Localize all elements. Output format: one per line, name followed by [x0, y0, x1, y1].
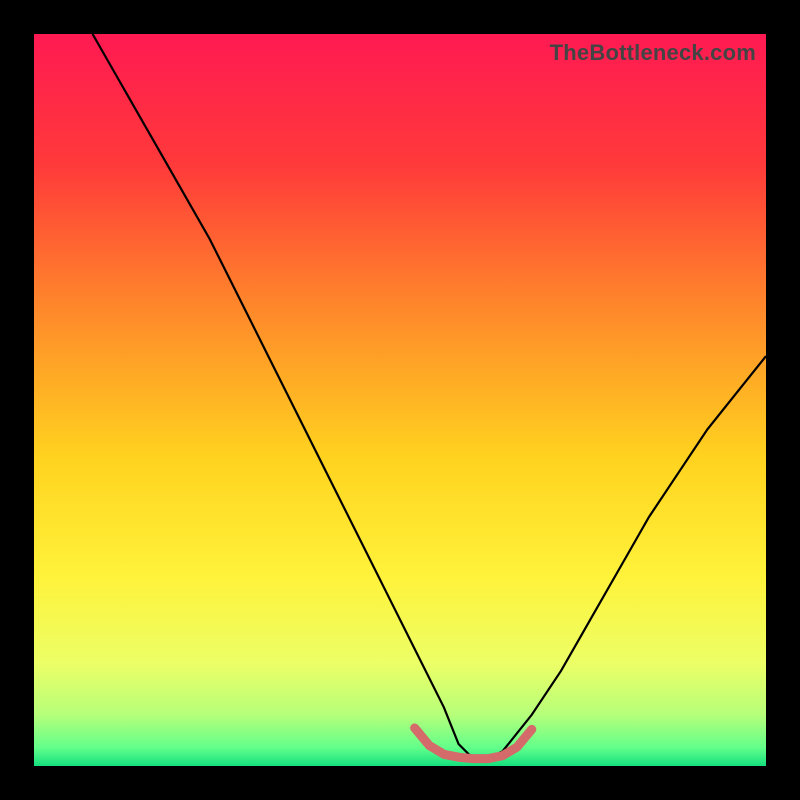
chart-lines: [34, 34, 766, 766]
optimal-zone: [415, 728, 532, 759]
watermark-text: TheBottleneck.com: [550, 40, 756, 66]
bottleneck-curve: [93, 34, 766, 759]
chart-frame: TheBottleneck.com: [0, 0, 800, 800]
plot-area: TheBottleneck.com: [34, 34, 766, 766]
